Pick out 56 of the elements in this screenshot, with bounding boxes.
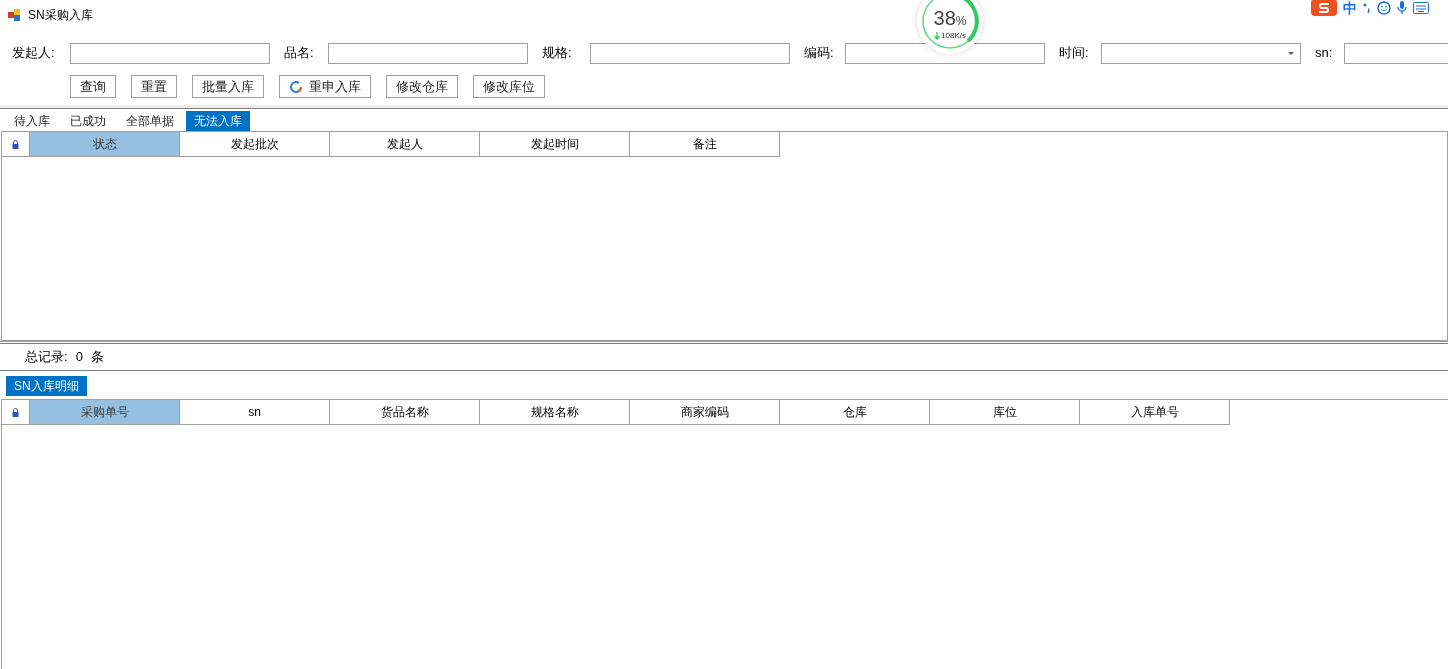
toolbar-button[interactable]: 修改仓库 bbox=[386, 75, 458, 98]
smiley-icon[interactable] bbox=[1377, 1, 1391, 15]
caret-icon bbox=[1288, 51, 1294, 55]
toolbar-button[interactable]: 重置 bbox=[131, 75, 177, 98]
speed-value: 108K/s bbox=[941, 30, 966, 42]
ime-logo-icon[interactable] bbox=[1311, 0, 1337, 16]
filter-label: sn: bbox=[1315, 44, 1334, 63]
filter-label: 品名: bbox=[284, 44, 315, 63]
percent-value: 38 bbox=[933, 8, 956, 28]
toolbar-button[interactable]: 重申入库 bbox=[279, 75, 371, 98]
column-header[interactable]: 库位 bbox=[930, 400, 1080, 425]
filter-label: 编码: bbox=[804, 44, 835, 63]
total-label: 总记录: bbox=[25, 348, 68, 367]
download-arrow-icon bbox=[934, 32, 941, 40]
column-header[interactable]: 货品名称 bbox=[330, 400, 480, 425]
lock-icon bbox=[12, 407, 19, 417]
refresh-icon bbox=[289, 79, 303, 94]
app-icon bbox=[8, 8, 22, 22]
meter-ring bbox=[920, 0, 980, 51]
window-title: SN采购入库 bbox=[28, 7, 93, 24]
filter-label: 时间: bbox=[1059, 44, 1090, 63]
column-header[interactable]: 发起时间 bbox=[480, 132, 630, 157]
column-header[interactable]: 发起批次 bbox=[180, 132, 330, 157]
column-header[interactable]: 发起人 bbox=[330, 132, 480, 157]
column-header[interactable]: 入库单号 bbox=[1080, 400, 1230, 425]
microphone-icon[interactable] bbox=[1397, 1, 1407, 15]
column-header[interactable]: sn bbox=[180, 400, 330, 425]
column-header[interactable]: 仓库 bbox=[780, 400, 930, 425]
input-field[interactable] bbox=[1344, 42, 1448, 64]
total-count: 0 bbox=[75, 348, 83, 367]
tab[interactable]: 全部单据 bbox=[118, 111, 182, 131]
filter-label: 发起人: bbox=[12, 44, 56, 63]
toolbar-button[interactable]: 查询 bbox=[70, 75, 116, 98]
input-field[interactable] bbox=[590, 42, 790, 64]
ime-mode[interactable]: 中 bbox=[1343, 1, 1357, 15]
column-header[interactable]: 备注 bbox=[630, 132, 780, 157]
input-field[interactable] bbox=[70, 42, 270, 64]
tab[interactable]: 已成功 bbox=[62, 111, 114, 131]
tab[interactable]: 待入库 bbox=[6, 111, 58, 131]
percent-unit: % bbox=[955, 14, 967, 30]
filter-label: 规格: bbox=[542, 44, 573, 63]
speed-meter[interactable]: 38% 108K/s bbox=[917, 0, 983, 54]
time-dropdown[interactable] bbox=[1101, 42, 1301, 64]
toolbar-button[interactable]: 批量入库 bbox=[192, 75, 264, 98]
column-header[interactable]: 状态 bbox=[30, 132, 180, 157]
tab[interactable]: 无法入库 bbox=[186, 111, 250, 131]
total-unit: 条 bbox=[90, 348, 104, 367]
tab[interactable]: SN入库明细 bbox=[6, 376, 87, 396]
toolbar-button[interactable]: 修改库位 bbox=[473, 75, 545, 98]
punctuation-icon[interactable] bbox=[1363, 2, 1371, 14]
keyboard-icon[interactable] bbox=[1413, 2, 1429, 14]
column-header[interactable]: 商家编码 bbox=[630, 400, 780, 425]
column-header[interactable]: 采购单号 bbox=[30, 400, 180, 425]
input-field[interactable] bbox=[328, 42, 528, 64]
lock-icon bbox=[12, 139, 19, 149]
column-header[interactable]: 规格名称 bbox=[480, 400, 630, 425]
